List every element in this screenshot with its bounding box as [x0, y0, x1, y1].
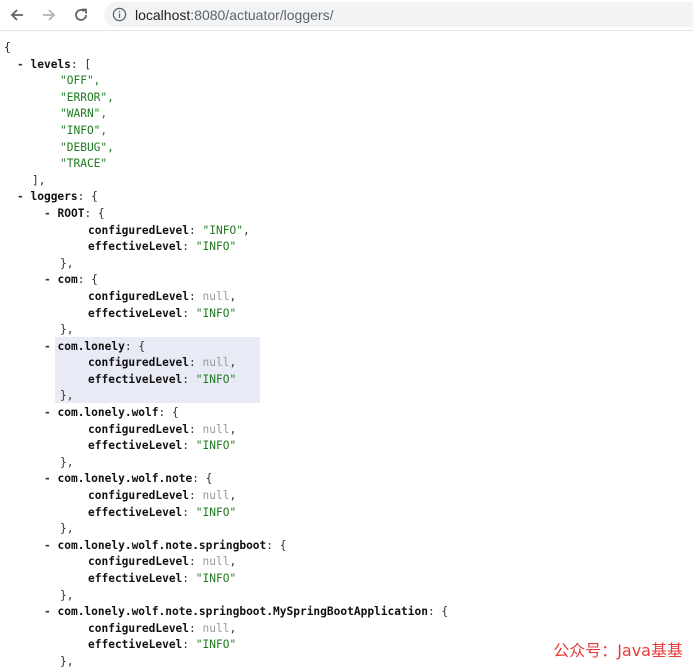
configured-level-line: configuredLevel: null,	[88, 422, 237, 436]
collapse-toggle[interactable]: -	[17, 190, 30, 203]
back-button[interactable]	[5, 3, 29, 27]
configured-level-line: configuredLevel: null,	[88, 356, 237, 370]
json-open-brace: {	[4, 41, 11, 54]
collapse-toggle[interactable]: -	[44, 406, 57, 419]
levels-close: ],	[32, 173, 46, 187]
entry-close: },	[60, 389, 74, 403]
collapse-toggle[interactable]: -	[44, 539, 57, 552]
level-item: "INFO",	[60, 123, 108, 137]
json-viewer: { - levels: [ "OFF", "ERROR", "WARN", "I…	[4, 40, 693, 671]
reload-button[interactable]	[69, 3, 93, 27]
effective-level-line: effectiveLevel: "INFO"	[88, 240, 237, 254]
logger-entry[interactable]: - com.lonely.wolf.note: {	[4, 471, 693, 488]
collapse-toggle[interactable]: -	[44, 273, 57, 286]
logger-entry-selected[interactable]: - com.lonely: {	[4, 339, 693, 356]
collapse-toggle[interactable]: -	[44, 207, 57, 220]
logger-entry[interactable]: - ROOT: {	[4, 206, 693, 223]
reload-icon	[75, 8, 87, 21]
arrow-left-icon	[10, 9, 23, 21]
watermark: 公众号：Java基基	[553, 641, 683, 660]
url-text: localhost:8080/actuator/loggers/	[135, 6, 334, 23]
entry-close: },	[60, 455, 74, 469]
entry-close: },	[60, 256, 74, 270]
level-item: "OFF",	[60, 74, 101, 88]
logger-entry[interactable]: - com.lonely.wolf.note.springboot: {	[4, 538, 693, 555]
address-bar[interactable]: localhost:8080/actuator/loggers/	[104, 2, 693, 27]
loggers-key: loggers	[30, 190, 78, 204]
effective-level-line: effectiveLevel: "INFO"	[88, 306, 237, 320]
configured-level-line: configuredLevel: null,	[88, 621, 237, 635]
configured-level-line: configuredLevel: "INFO",	[88, 223, 250, 237]
configured-level-line: configuredLevel: null,	[88, 289, 237, 303]
level-item: "WARN",	[60, 107, 108, 121]
level-item: "ERROR",	[60, 90, 114, 104]
level-item: "DEBUG",	[60, 140, 114, 154]
collapse-toggle[interactable]: -	[17, 58, 30, 71]
levels-key: levels	[30, 57, 71, 71]
level-item: "TRACE"	[60, 157, 108, 171]
collapse-toggle[interactable]: -	[44, 340, 57, 353]
info-icon[interactable]	[112, 7, 127, 22]
logger-entry[interactable]: - com.lonely.wolf.note.springboot.MySpri…	[4, 604, 693, 621]
forward-button[interactable]	[37, 3, 61, 27]
effective-level-line: effectiveLevel: "INFO"	[88, 505, 237, 519]
browser-toolbar: localhost:8080/actuator/loggers/	[0, 0, 693, 31]
entry-close: },	[60, 588, 74, 602]
collapse-toggle[interactable]: -	[44, 605, 57, 618]
logger-entry[interactable]: - com: {	[4, 272, 693, 289]
loggers-line[interactable]: - loggers: {	[4, 189, 693, 206]
effective-level-line: effectiveLevel: "INFO"	[88, 372, 237, 386]
collapse-toggle[interactable]: -	[44, 472, 57, 485]
entry-close: },	[60, 323, 74, 337]
arrow-right-icon	[43, 9, 56, 21]
levels-line[interactable]: - levels: [	[4, 57, 693, 74]
configured-level-line: configuredLevel: null,	[88, 489, 237, 503]
logger-entry[interactable]: - com.lonely.wolf: {	[4, 405, 693, 422]
entry-close: },	[60, 522, 74, 536]
configured-level-line: configuredLevel: null,	[88, 555, 237, 569]
effective-level-line: effectiveLevel: "INFO"	[88, 572, 237, 585]
effective-level-line: effectiveLevel: "INFO"	[88, 439, 237, 453]
